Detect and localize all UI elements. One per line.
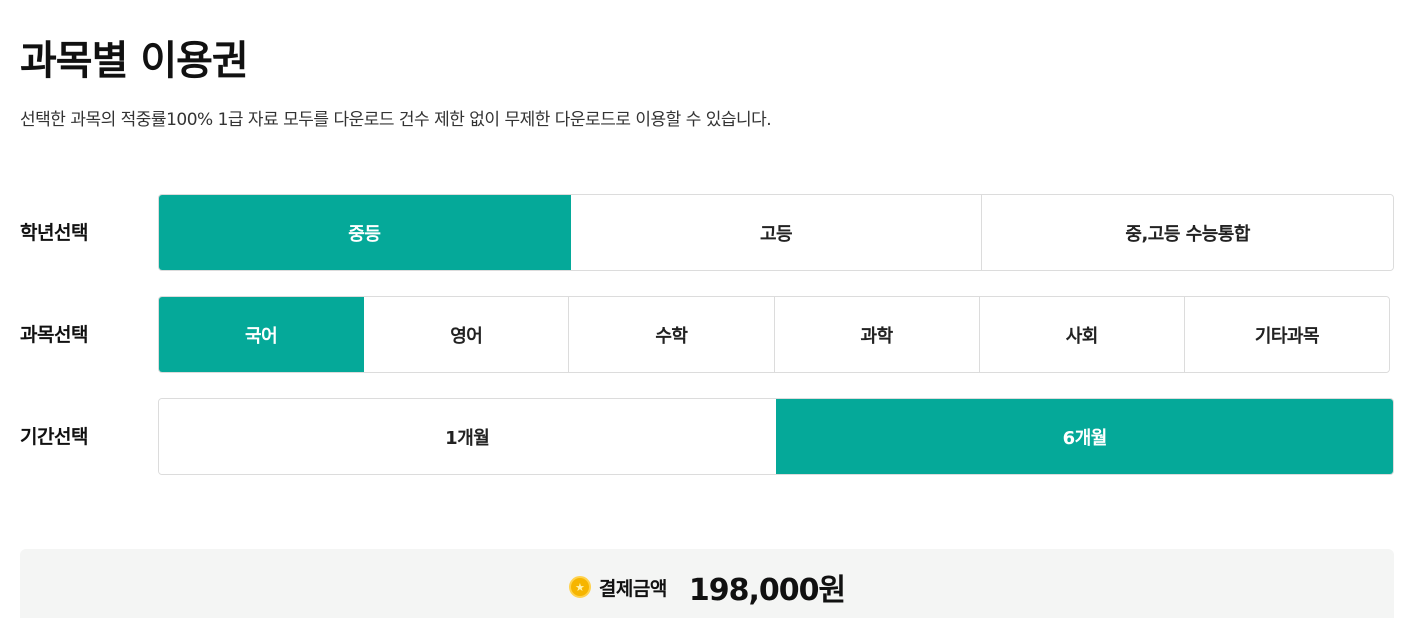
subject-options: 국어 영어 수학 과학 사회 기타과목 — [158, 296, 1390, 373]
grade-options: 중등 고등 중,고등 수능통합 — [158, 194, 1394, 271]
subject-select-label: 과목선택 — [20, 324, 88, 346]
payment-amount: 198,000원 — [688, 573, 846, 608]
subject-option-social[interactable]: 사회 — [978, 297, 1184, 372]
page-title: 과목별 이용권 — [20, 38, 249, 84]
subject-option-korean[interactable]: 국어 — [159, 297, 364, 372]
subject-option-other[interactable]: 기타과목 — [1183, 297, 1389, 372]
period-option-6-months[interactable]: 6개월 — [775, 399, 1393, 474]
subject-option-science[interactable]: 과학 — [773, 297, 979, 372]
grade-select-label: 학년선택 — [20, 222, 88, 244]
grade-option-high[interactable]: 고등 — [569, 195, 982, 270]
page-description: 선택한 과목의 적중률100% 1급 자료 모두를 다운로드 건수 제한 없이 … — [20, 110, 772, 130]
payment-summary: ★ 결제금액 198,000원 — [20, 549, 1394, 618]
period-option-1-month[interactable]: 1개월 — [159, 399, 776, 474]
period-options: 1개월 6개월 — [158, 398, 1394, 475]
subject-option-math[interactable]: 수학 — [568, 297, 774, 372]
grade-option-combined[interactable]: 중,고등 수능통합 — [981, 195, 1393, 270]
period-select-label: 기간선택 — [20, 426, 88, 448]
grade-option-middle[interactable]: 중등 — [159, 195, 570, 270]
coin-icon: ★ — [568, 576, 591, 598]
payment-label: 결제금액 — [598, 577, 667, 600]
subject-option-english[interactable]: 영어 — [363, 297, 569, 372]
